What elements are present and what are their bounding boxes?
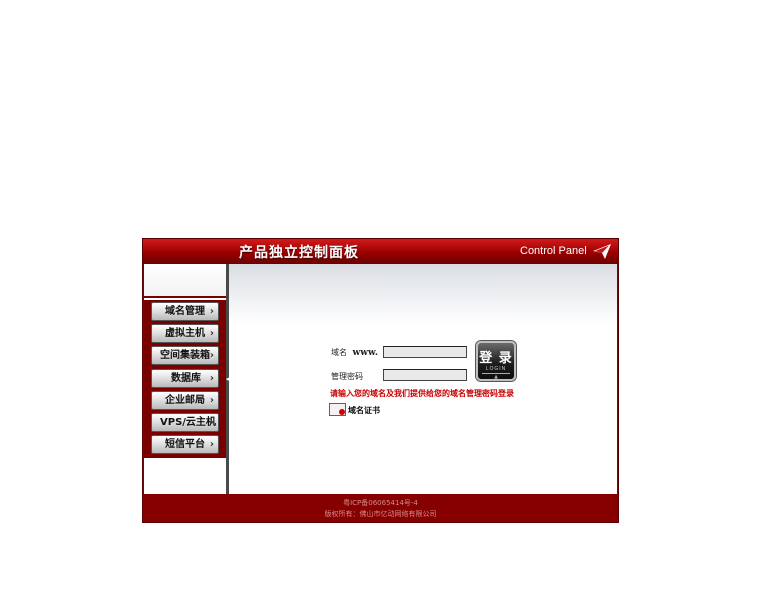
domain-label: 域名 www. [331, 348, 379, 358]
sidebar-item-label: 域名管理 [165, 306, 205, 317]
panel-header: 产品独立控制面板 Control Panel [143, 239, 618, 264]
eject-icon: ▲ [482, 373, 510, 380]
password-input[interactable] [383, 369, 467, 381]
domain-prefix: www. [352, 348, 379, 358]
login-button[interactable]: 登 录 LOGIN ▲ [476, 341, 516, 381]
icp-license: 粤ICP备06065414号-4 [343, 499, 418, 507]
chevron-right-icon: › [209, 394, 214, 406]
domain-certificate-label: 域名证书 [348, 406, 380, 415]
sidebar-top-panel [144, 264, 226, 298]
chevron-right-icon: › [209, 416, 214, 428]
sidebar-item-label: 数据库 [171, 372, 201, 384]
login-button-sublabel: LOGIN [485, 366, 507, 372]
sidebar-item-virtual-host[interactable]: 虚拟主机 › [151, 324, 219, 344]
panel-subtitle: Control Panel [520, 245, 587, 257]
sidebar-menu: 域名管理 › 虚拟主机 › 空间集装箱 › 数据库 › 企业邮局 › VPS/云… [144, 300, 226, 458]
password-label: 管理密码 [331, 372, 363, 381]
chevron-right-icon: › [209, 328, 214, 340]
sidebar-item-enterprise-mail[interactable]: 企业邮局 › [151, 390, 219, 410]
domain-input[interactable] [383, 346, 467, 358]
chevron-right-icon: › [209, 439, 214, 451]
sidebar-item-vps-cloud[interactable]: VPS/云主机 › [151, 412, 219, 432]
certificate-icon [329, 403, 346, 416]
sidebar-item-label: 空间集装箱 [160, 350, 210, 362]
sidebar-item-label: 短信平台 [165, 439, 205, 451]
chevron-right-icon: › [209, 372, 214, 384]
login-notice: 请输入您的域名及我们提供给您的域名管理密码登录 [330, 389, 514, 398]
panel-footer: 粤ICP备06065414号-4 版权所有：佛山市亿动网络有限公司 [143, 494, 618, 522]
copyright-text: 版权所有：佛山市亿动网络有限公司 [324, 510, 437, 518]
sidebar-item-sms-platform[interactable]: 短信平台 › [151, 435, 219, 455]
sidebar: 域名管理 › 虚拟主机 › 空间集装箱 › 数据库 › 企业邮局 › VPS/云… [144, 264, 226, 494]
sidebar-item-label: 虚拟主机 [165, 328, 205, 340]
chevron-right-icon: › [209, 350, 214, 362]
login-button-label: 登 录 [479, 351, 513, 366]
login-content: 域名 www. 管理密码 登 录 LOGIN ▲ 请输入您的域名及我们提供给您的… [229, 264, 617, 494]
sidebar-item-space-container[interactable]: 空间集装箱 › [151, 346, 219, 366]
chevron-right-icon: › [209, 306, 214, 317]
panel-title: 产品独立控制面板 [239, 245, 359, 261]
sidebar-item-label: 企业邮局 [165, 394, 205, 406]
sidebar-item-database[interactable]: 数据库 › [151, 368, 219, 388]
control-panel: 产品独立控制面板 Control Panel 域名管理 › 虚拟主机 › 空间集… [142, 238, 619, 523]
red-arrow-logo-icon [593, 244, 611, 259]
sidebar-item-label: VPS/云主机 [160, 416, 216, 428]
sidebar-item-domain-management[interactable]: 域名管理 › [151, 302, 219, 321]
